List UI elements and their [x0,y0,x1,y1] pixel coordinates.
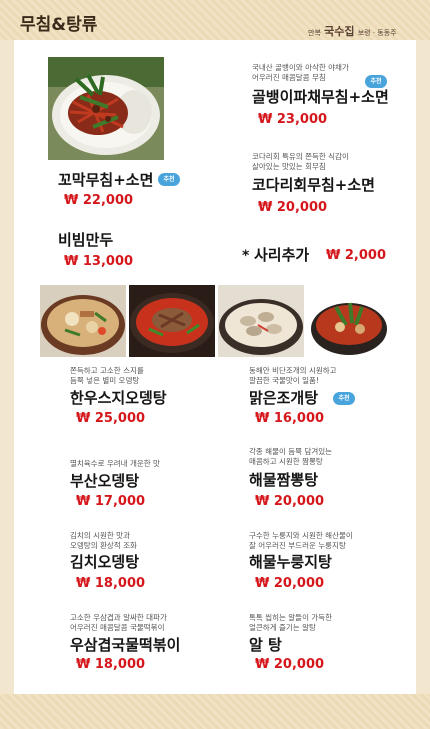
recommend-badge: 추천 [365,75,387,88]
brand-prefix: 만복 [308,29,321,37]
haemul-tang-photo [306,285,392,357]
malgeun-jogaetang-photo [218,285,304,357]
al-price: ₩ 20,000 [255,657,325,672]
jjamppong-desc: 각종 해물이 듬뿍 담겨있는 매콤하고 시원한 짬뽕탕 [249,447,333,466]
recommend-badge: 추천 [158,173,180,186]
brand-suffix: 보령 · 동동주 [357,29,397,37]
busan-price: ₩ 17,000 [76,494,146,509]
recommend-badge: 추천 [333,392,355,405]
kkomak-muchim-photo [48,57,164,160]
al-desc: 톡톡 씹히는 알들이 가득한 얼큰하게 즐기는 알탕 [249,613,333,632]
golbaengi-name: 골뱅이파채무침+소면 [252,88,389,106]
kodari-price: ₩ 20,000 [258,200,328,215]
busan-name: 부산오뎅탕 [70,472,140,490]
jjamppong-price: ₩ 20,000 [255,494,325,509]
golbaengi-desc: 국내산 골뱅이와 아삭한 야채가 어우러진 매콤달콤 무침 [252,63,349,82]
busan-desc: 멸치육수로 우려내 개운한 맛 [70,459,160,468]
bibim-mandu-price: ₩ 13,000 [64,254,134,269]
brand-main: 국수집 [324,25,355,38]
maeun-jjim-photo [129,285,215,357]
jogae-name: 맑은조개탕 [249,389,319,407]
nurungji-price: ₩ 20,000 [255,576,325,591]
bibim-mandu-name: 비빔만두 [58,231,114,249]
footer-band [0,694,430,729]
sari-price: ₩ 2,000 [326,248,386,263]
hanwoo-desc: 쫀득하고 고소한 스지를 듬뿍 넣은 별미 오뎅탕 [70,366,144,385]
hanwoo-price: ₩ 25,000 [76,411,146,426]
nurungji-name: 해물누룽지탕 [249,553,332,571]
al-name: 알 탕 [249,636,282,654]
tteok-name: 우삼겹국물떡볶이 [70,636,181,654]
golbaengi-price: ₩ 23,000 [258,112,328,127]
kkomak-price: ₩ 22,000 [64,193,134,208]
kkomak-name: 꼬막무침+소면 [58,171,154,189]
jogae-price: ₩ 16,000 [255,411,325,426]
jjamppong-name: 해물짬뽕탕 [249,471,319,489]
brand-logo: 만복 국수집 보령 · 동동주 [308,23,397,39]
page-title: 무침&탕류 [20,15,98,35]
kodari-name: 코다리회무침+소면 [252,176,375,194]
hanwoo-name: 한우스지오뎅탕 [70,389,167,407]
jogae-desc: 동해안 비단조개의 시원하고 깔끔한 국물맛이 일품! [249,366,337,385]
tteok-price: ₩ 18,000 [76,657,146,672]
kimchi-name: 김치오뎅탕 [70,553,140,571]
sari-star: * [242,248,250,264]
tteok-desc: 고소한 우삼겹과 알싸한 대파가 어우러진 매콤달콤 국물떡볶이 [70,613,167,632]
hanwoo-suji-odeng-photo [40,285,126,357]
kodari-desc: 코다리회 특유의 쫀득한 식감이 살아있는 맛있는 회무침 [252,152,349,171]
nurungji-desc: 구수한 누룽지와 시원한 해산물이 잘 어우러진 부드러운 누룽지탕 [249,531,353,550]
kimchi-price: ₩ 18,000 [76,576,146,591]
sari-name: 사리추가 [254,246,310,264]
kimchi-desc: 김치의 시원한 맛과 오뎅탕의 환상적 조화 [70,531,137,550]
